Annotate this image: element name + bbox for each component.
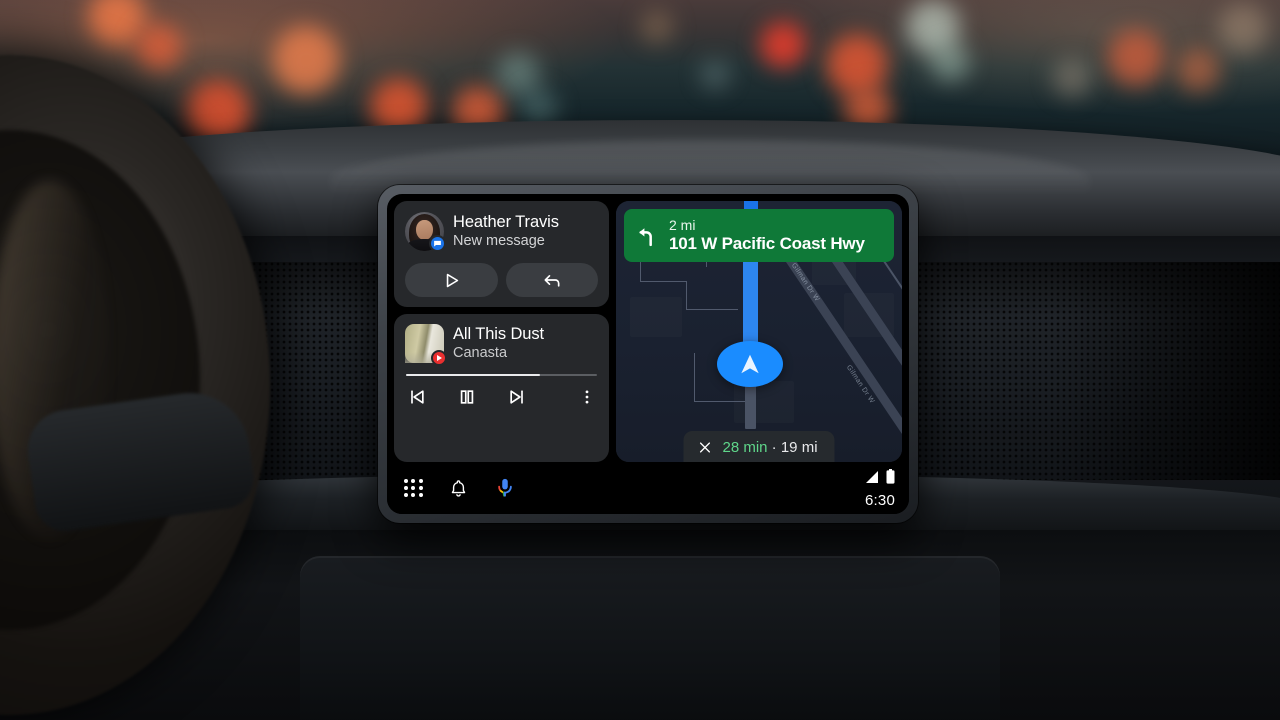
turn-distance: 2 mi bbox=[669, 216, 696, 233]
center-display-bezel: Heather Travis New message All This Dust… bbox=[378, 185, 918, 523]
media-header: All This Dust Canasta bbox=[405, 324, 598, 366]
cards-column: Heather Travis New message All This Dust… bbox=[394, 201, 609, 462]
bokeh-light bbox=[760, 22, 806, 68]
google-assistant-mic-icon[interactable] bbox=[494, 477, 516, 499]
bell-icon[interactable] bbox=[448, 478, 469, 499]
eta-distance: · 19 mi bbox=[771, 439, 818, 456]
navigation-map[interactable]: Gilman Dr W Gilman Dr W 2 mi 101 W Pacif… bbox=[616, 201, 902, 462]
bokeh-light bbox=[272, 26, 340, 94]
apps-grid-icon[interactable] bbox=[404, 478, 423, 498]
reply-message-button[interactable] bbox=[505, 263, 598, 297]
track-info: All This Dust Canasta bbox=[453, 325, 544, 362]
apps-grid-dots bbox=[404, 478, 423, 498]
battery-icon bbox=[886, 468, 895, 489]
playback-progress[interactable] bbox=[405, 374, 598, 376]
center-console bbox=[300, 556, 1000, 720]
media-controls bbox=[405, 387, 598, 407]
bokeh-light bbox=[1052, 58, 1092, 98]
bokeh-light bbox=[930, 42, 970, 82]
message-header: Heather Travis New message bbox=[405, 212, 598, 252]
eta-chip[interactable]: 28 min · 19 mi bbox=[683, 431, 835, 462]
play-message-button[interactable] bbox=[405, 263, 498, 297]
message-card[interactable]: Heather Travis New message bbox=[394, 201, 609, 307]
message-subtitle: New message bbox=[453, 232, 545, 249]
map-road bbox=[694, 353, 695, 401]
bokeh-light bbox=[700, 60, 730, 90]
more-options-button[interactable] bbox=[578, 388, 596, 406]
street-name: 101 W Pacific Coast Hwy bbox=[669, 233, 865, 253]
google-messages-icon bbox=[429, 235, 446, 252]
map-block bbox=[734, 381, 794, 423]
bokeh-light bbox=[1108, 30, 1164, 86]
progress-fill bbox=[406, 374, 540, 376]
album-art bbox=[405, 324, 447, 366]
navigation-arrow-icon bbox=[717, 341, 783, 387]
map-road bbox=[686, 281, 687, 309]
pause-button[interactable] bbox=[457, 387, 477, 407]
map-road bbox=[686, 309, 738, 310]
bokeh-light bbox=[640, 10, 674, 44]
contact-name: Heather Travis bbox=[453, 213, 559, 232]
eta-duration: 28 min bbox=[722, 439, 768, 456]
message-text: Heather Travis New message bbox=[453, 213, 559, 250]
android-auto-screen: Heather Travis New message All This Dust… bbox=[387, 194, 909, 514]
cellular-signal-icon bbox=[865, 470, 882, 489]
status-bar-left bbox=[404, 477, 516, 499]
track-artist: Canasta bbox=[453, 344, 508, 361]
map-block bbox=[630, 297, 682, 337]
previous-track-button[interactable] bbox=[407, 387, 427, 407]
clock: 6:30 bbox=[865, 491, 895, 509]
reply-arrow-icon bbox=[542, 270, 562, 290]
navigation-banner[interactable]: 2 mi 101 W Pacific Coast Hwy bbox=[624, 209, 894, 262]
status-bar-right: 6:30 bbox=[865, 468, 895, 509]
eta-text: 28 min · 19 mi bbox=[722, 439, 817, 456]
close-icon[interactable] bbox=[697, 440, 712, 455]
navigation-instruction: 2 mi 101 W Pacific Coast Hwy bbox=[669, 216, 865, 254]
turn-left-icon bbox=[634, 223, 660, 248]
status-icons bbox=[865, 468, 895, 489]
bokeh-light bbox=[136, 24, 182, 70]
map-road bbox=[640, 281, 686, 282]
status-bar: 6:30 bbox=[387, 462, 909, 514]
track-title: All This Dust bbox=[453, 325, 545, 344]
play-icon bbox=[442, 271, 461, 290]
media-card[interactable]: All This Dust Canasta bbox=[394, 314, 609, 462]
next-track-button[interactable] bbox=[507, 387, 527, 407]
bokeh-light bbox=[1218, 4, 1268, 54]
message-actions bbox=[405, 263, 598, 297]
screen-content: Heather Travis New message All This Dust… bbox=[387, 194, 909, 462]
map-road bbox=[694, 401, 752, 402]
youtube-music-icon bbox=[431, 350, 447, 366]
bokeh-light bbox=[1176, 48, 1220, 92]
progress-track bbox=[406, 374, 597, 376]
bokeh-light bbox=[826, 34, 888, 96]
contact-avatar bbox=[405, 212, 446, 252]
